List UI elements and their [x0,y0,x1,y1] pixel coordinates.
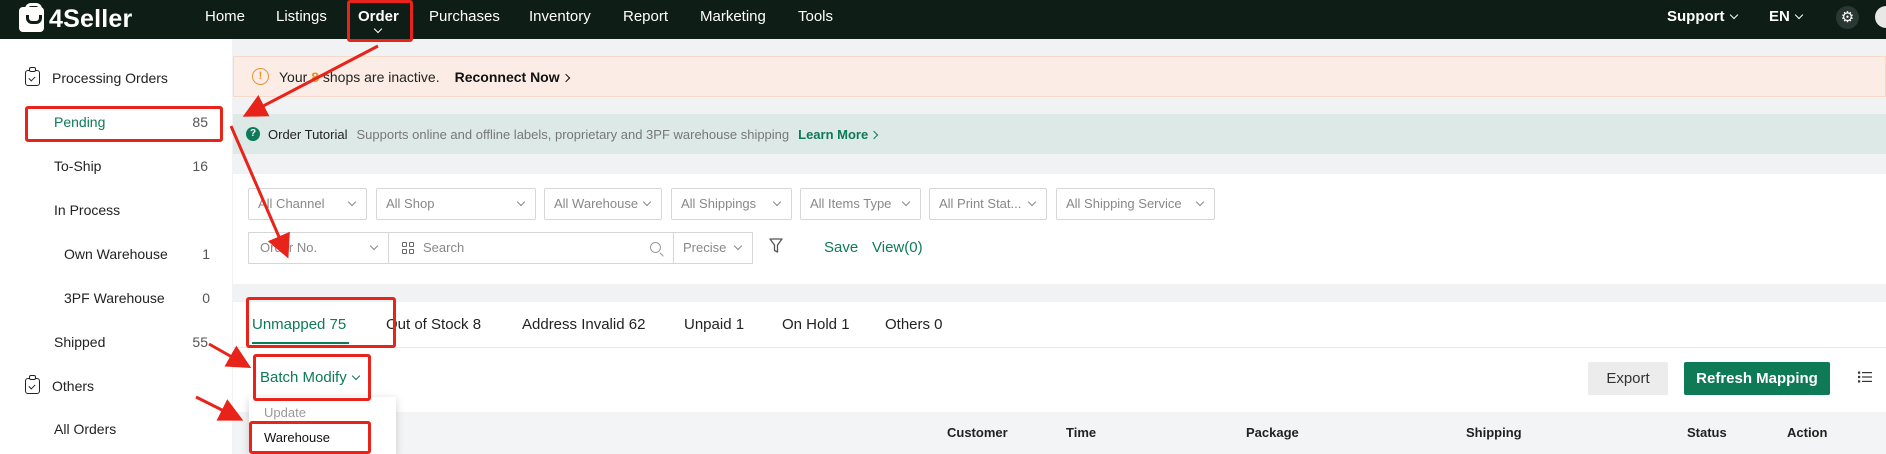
annotation-arrow [195,395,244,421]
annotation-arrows [195,44,379,421]
annotation-arrow [208,342,252,368]
annotation-arrow [242,44,379,117]
annotation-arrow [229,125,290,259]
order-page: 4Seller Home Listings Order Purchases In… [0,0,1886,454]
